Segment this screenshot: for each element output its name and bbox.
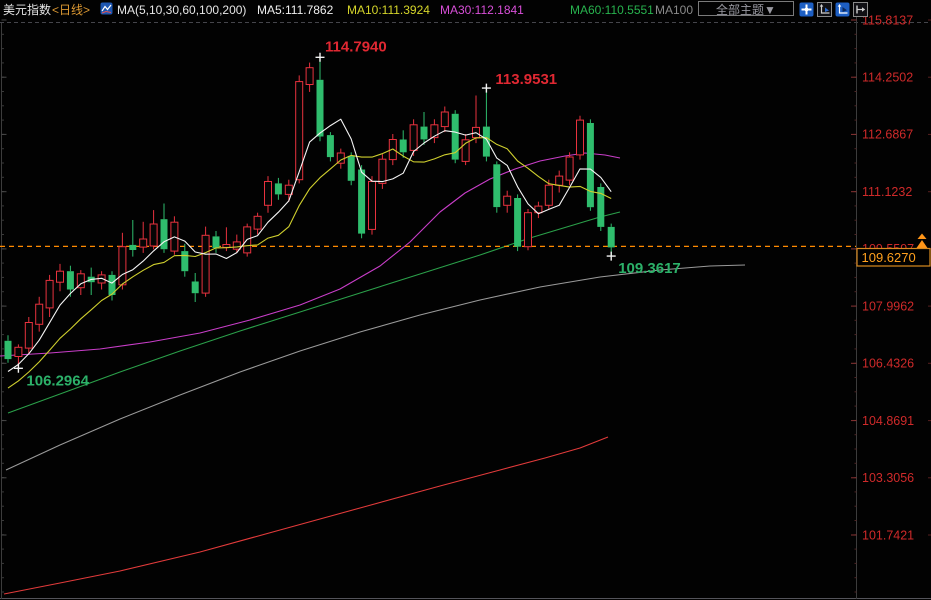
period-tag: <日线> [52,2,90,19]
instrument-name: 美元指数 [3,2,51,19]
ma100-label: MA100 [655,2,693,19]
chart-window: 115.8137114.2502112.6867111.1232109.5597… [0,0,931,600]
svg-text:101.7421: 101.7421 [862,528,914,542]
candlestick-chart[interactable]: 115.8137114.2502112.6867111.1232109.5597… [0,0,931,600]
svg-text:112.6867: 112.6867 [862,128,913,142]
jump-latest-icon[interactable] [853,2,868,17]
svg-text:111.1232: 111.1232 [862,185,912,199]
svg-text:104.8691: 104.8691 [862,414,914,428]
pan-icon[interactable] [799,2,814,17]
svg-text:107.9962: 107.9962 [862,299,914,313]
svg-text:114.2502: 114.2502 [862,71,913,85]
ma5-value: MA5:111.7862 [257,2,333,19]
ma-group-label: MA(5,10,30,60,100,200) [117,2,246,19]
ma30-value: MA30:112.1841 [440,2,524,19]
svg-text:106.4326: 106.4326 [862,357,914,371]
all-themes-button[interactable]: 全部主题▼ [698,1,794,16]
chart-canvas[interactable]: 115.8137114.2502112.6867111.1232109.5597… [0,0,931,600]
svg-text:106.2964: 106.2964 [26,372,89,389]
svg-text:109.3617: 109.3617 [618,260,681,277]
axis-autofit-icon[interactable] [835,2,850,17]
svg-text:113.9531: 113.9531 [495,71,557,88]
svg-text:103.3056: 103.3056 [862,471,914,485]
ma60-value: MA60:110.5551 [570,2,654,19]
chart-header: 美元指数 <日线> MA(5,10,30,60,100,200) MA5:111… [0,0,931,22]
svg-text:109.6270: 109.6270 [862,250,916,265]
svg-text:114.7940: 114.7940 [325,38,387,55]
axis-range-icon[interactable] [817,2,832,17]
kline-icon [100,2,113,15]
ma10-value: MA10:111.3924 [347,2,430,19]
